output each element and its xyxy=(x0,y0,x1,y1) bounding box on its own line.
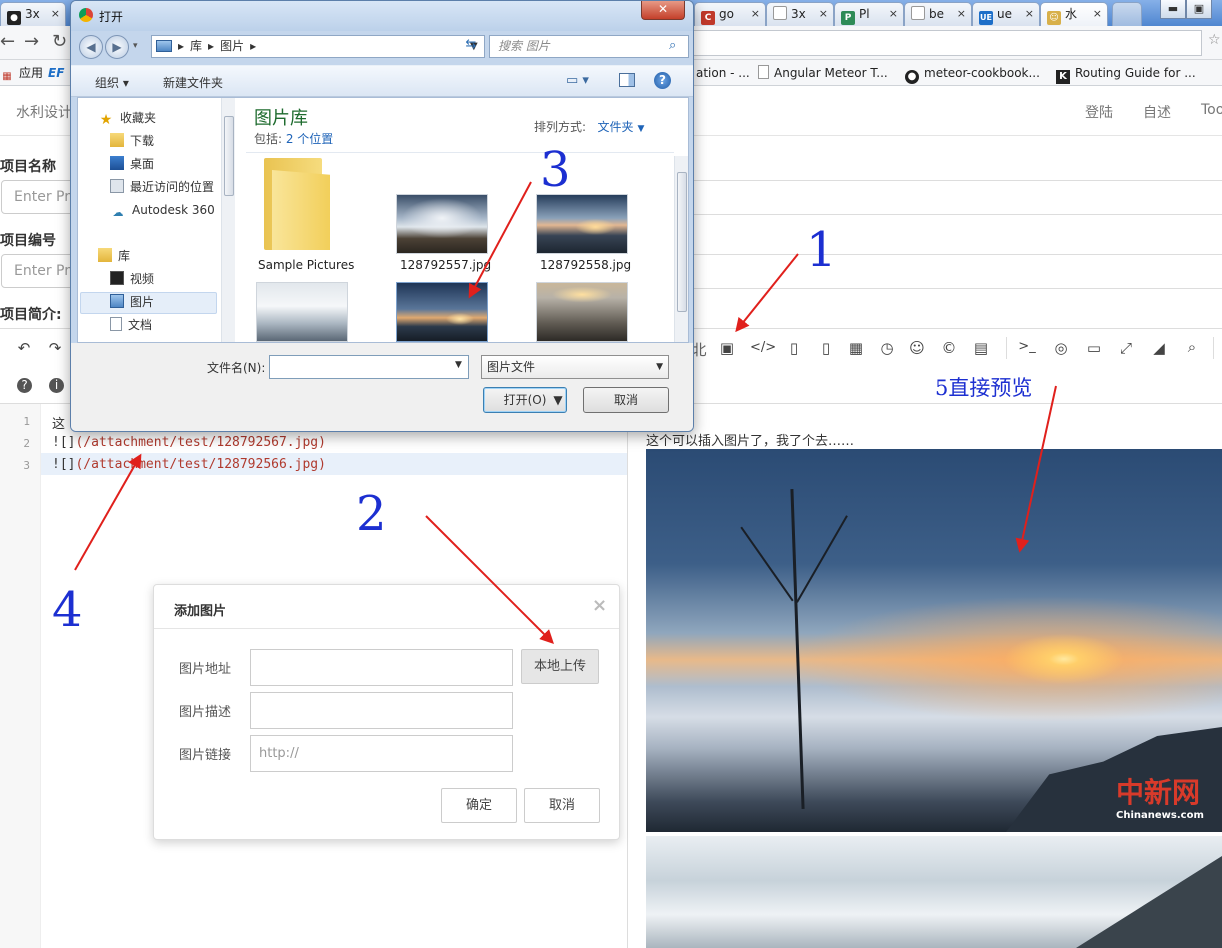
annotation-arrows xyxy=(74,181,1057,644)
arrow-4 xyxy=(74,453,142,571)
arrow-2 xyxy=(425,515,554,644)
arrow-1 xyxy=(735,253,799,333)
arrow-5 xyxy=(1015,385,1057,553)
arrow-3 xyxy=(468,181,532,299)
